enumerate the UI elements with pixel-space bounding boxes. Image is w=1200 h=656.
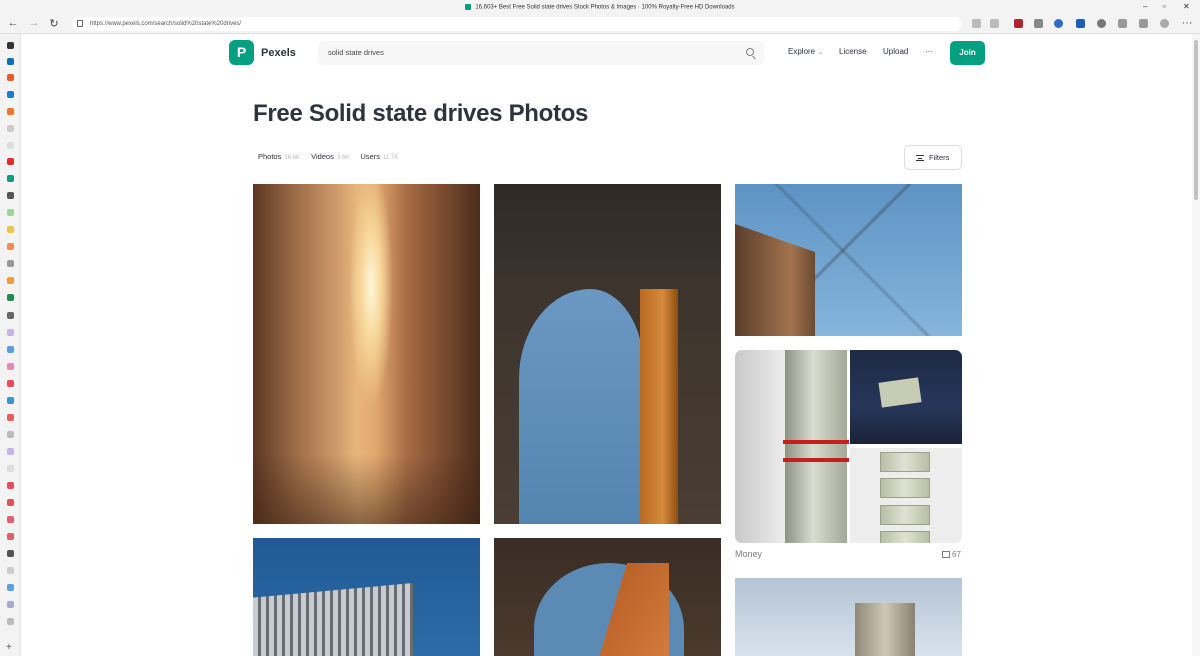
sidebar-app-icon[interactable] (7, 277, 14, 284)
sidebar-app-icon[interactable] (7, 618, 14, 625)
sidebar-app-icon[interactable] (7, 584, 14, 591)
browser-toolbar: ← → ↻ https://www.pexels.com/search/soli… (0, 14, 1200, 34)
tab-photos[interactable]: Photos 16.6K (258, 152, 300, 161)
chevron-down-icon: ⌄ (818, 50, 824, 56)
nav-upload[interactable]: Upload (883, 47, 908, 56)
sidebar-app-icon[interactable] (7, 226, 14, 233)
page-scrollbar[interactable] (1192, 34, 1200, 656)
sidebar-app-icon[interactable] (7, 431, 14, 438)
read-aloud-icon[interactable] (972, 19, 981, 28)
sidebar-app-icon[interactable] (7, 58, 14, 65)
window-titlebar: 16,603+ Best Free Solid state drives Sto… (0, 0, 1200, 14)
photo-bridge-arch-2[interactable] (494, 538, 721, 656)
sidebar-app-icon[interactable] (7, 175, 14, 182)
sidebar-app-icon[interactable] (7, 294, 14, 301)
sidebar-app-icon[interactable] (7, 499, 14, 506)
settings-menu-icon[interactable]: ··· (1180, 17, 1194, 29)
sidebar-app-icon[interactable] (7, 142, 14, 149)
address-bar[interactable]: https://www.pexels.com/search/solid%20st… (72, 17, 962, 31)
sidebar-app-icon[interactable] (7, 243, 14, 250)
photo-steel-bridge[interactable] (253, 538, 480, 656)
favorite-star-icon[interactable] (990, 19, 999, 28)
sidebar-app-icon[interactable] (7, 380, 14, 387)
sidebar-app-icon[interactable] (7, 346, 14, 353)
pexels-favicon-icon (465, 4, 472, 10)
sidebar-app-icon[interactable] (7, 42, 14, 49)
sidebar-app-icon[interactable] (7, 329, 14, 336)
sidebar-app-icon[interactable] (7, 260, 14, 267)
sidebar-app-icon[interactable] (7, 91, 14, 98)
collection-money-preview[interactable] (735, 350, 962, 543)
close-window-button[interactable]: ✕ (1183, 2, 1190, 11)
photo-canyon[interactable] (253, 184, 480, 524)
sidebar-app-icon[interactable] (7, 516, 14, 523)
add-sidebar-app-icon[interactable]: + (6, 642, 12, 653)
sidebar-app-icon[interactable] (7, 482, 14, 489)
extension-icon[interactable] (1034, 19, 1043, 28)
sidebar-app-icon[interactable] (7, 108, 14, 115)
window-title: 16,603+ Best Free Solid state drives Sto… (475, 4, 735, 11)
extension-icon[interactable] (1097, 19, 1106, 28)
page-title: Free Solid state drives Photos (253, 100, 589, 127)
result-tabs: Photos 16.6K Videos 3.6K Users 11.7K (258, 152, 407, 161)
sidebar-app-icon[interactable] (7, 192, 14, 199)
sidebar-app-icon[interactable] (7, 74, 14, 81)
browser-sidebar: + (0, 34, 21, 656)
extension-icon[interactable] (1054, 19, 1063, 28)
site-header: P Pexels solid state drives Explore ⌄ Lic… (22, 35, 1192, 71)
join-button[interactable]: Join (950, 41, 985, 65)
sidebar-app-icon[interactable] (7, 465, 14, 472)
restore-button[interactable]: ▫ (1163, 2, 1166, 11)
extension-icon[interactable] (1076, 19, 1085, 28)
more-menu-button[interactable]: ··· (925, 47, 933, 56)
photo-bridge-tower[interactable] (735, 578, 962, 656)
collection-icon (942, 551, 950, 558)
sidebar-app-icon[interactable] (7, 209, 14, 216)
page: P Pexels solid state drives Explore ⌄ Lic… (22, 35, 1192, 656)
search-icon[interactable] (746, 48, 754, 56)
tab-videos[interactable]: Videos 3.6K (311, 152, 349, 161)
minimize-button[interactable]: – (1143, 2, 1147, 11)
back-button[interactable]: ← (6, 17, 20, 29)
favorites-icon[interactable] (1118, 19, 1127, 28)
sidebar-app-icon[interactable] (7, 397, 14, 404)
photo-bridge-cables[interactable] (735, 184, 962, 336)
nav-license[interactable]: License (839, 47, 867, 56)
search-input[interactable]: solid state drives (328, 48, 384, 57)
sidebar-app-icon[interactable] (7, 601, 14, 608)
extension-icon[interactable] (1014, 19, 1023, 28)
sidebar-app-icon[interactable] (7, 312, 14, 319)
sidebar-app-icon[interactable] (7, 550, 14, 557)
sidebar-app-icon[interactable] (7, 414, 14, 421)
sidebar-app-icon[interactable] (7, 533, 14, 540)
profile-avatar-icon[interactable] (1160, 19, 1169, 28)
lock-icon (77, 20, 83, 27)
brand-name[interactable]: Pexels (261, 47, 296, 59)
pexels-logo[interactable]: P (229, 40, 254, 65)
scrollbar-thumb[interactable] (1194, 40, 1198, 200)
sidebar-app-icon[interactable] (7, 448, 14, 455)
collection-count: 67 (942, 550, 961, 559)
collection-title[interactable]: Money (735, 549, 762, 559)
sidebar-app-icon[interactable] (7, 363, 14, 370)
sidebar-app-icon[interactable] (7, 567, 14, 574)
refresh-button[interactable]: ↻ (47, 17, 61, 30)
forward-button[interactable]: → (27, 17, 41, 29)
collections-icon[interactable] (1139, 19, 1148, 28)
filters-button[interactable]: Filters (904, 145, 962, 170)
photo-bridge-arch[interactable] (494, 184, 721, 524)
nav-explore[interactable]: Explore ⌄ (788, 47, 823, 56)
tab-users[interactable]: Users 11.7K (360, 152, 398, 161)
search-bar[interactable]: solid state drives (318, 41, 764, 65)
sidebar-app-icon[interactable] (7, 125, 14, 132)
filter-icon (916, 155, 924, 161)
sidebar-app-icon[interactable] (7, 158, 14, 165)
url-text: https://www.pexels.com/search/solid%20st… (90, 21, 242, 27)
